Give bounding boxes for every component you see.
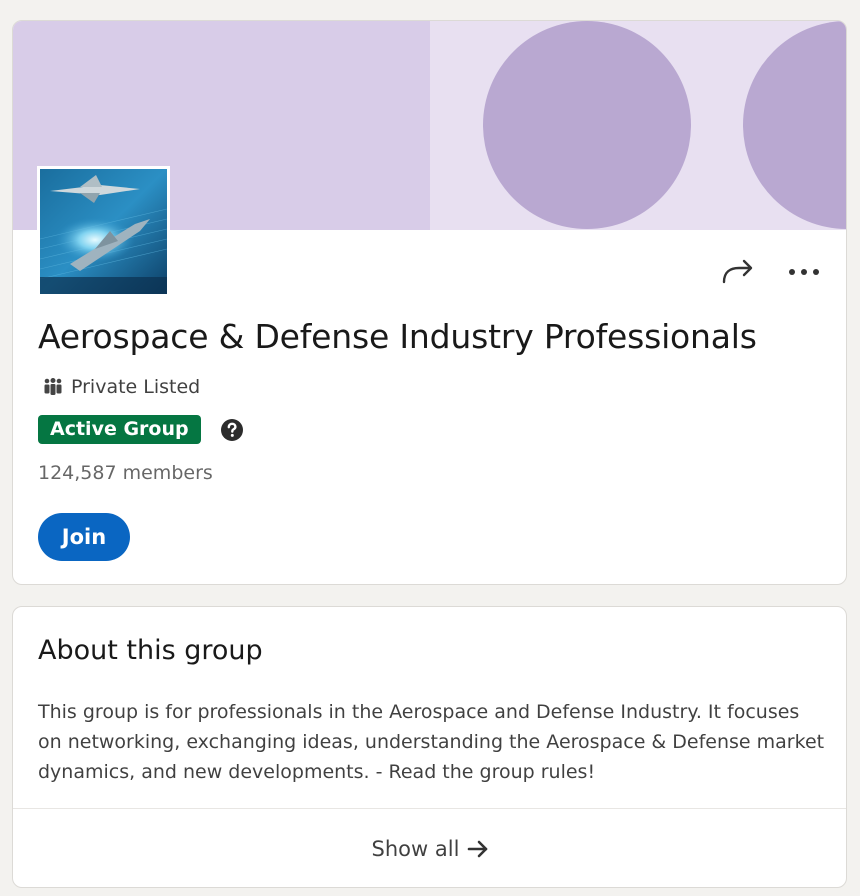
about-description: This group is for professionals in the A… (38, 701, 825, 783)
privacy-label: Private Listed (71, 376, 201, 398)
active-group-badge: Active Group (38, 415, 201, 444)
help-icon[interactable] (220, 418, 244, 442)
join-button[interactable]: Join (38, 513, 130, 561)
about-title: About this group (38, 635, 263, 666)
group-name: Aerospace & Defense Industry Professiona… (38, 317, 757, 356)
about-card: About this group This group is for profe… (12, 606, 847, 888)
group-header-card: Aerospace & Defense Industry Professiona… (12, 20, 847, 585)
group-people-icon (44, 378, 62, 395)
group-logo-image (40, 169, 167, 294)
member-count: 124,587 members (38, 462, 213, 484)
banner-circle (483, 21, 691, 229)
arrow-right-icon (468, 840, 488, 858)
show-all-label: Show all (371, 837, 460, 861)
show-all-button[interactable]: Show all (13, 809, 846, 887)
header-actions (720, 257, 822, 287)
group-logo (37, 166, 170, 297)
group-privacy: Private Listed (43, 376, 200, 398)
more-icon[interactable] (786, 257, 822, 287)
badge-row: Active Group (38, 415, 244, 444)
share-icon[interactable] (720, 257, 756, 287)
